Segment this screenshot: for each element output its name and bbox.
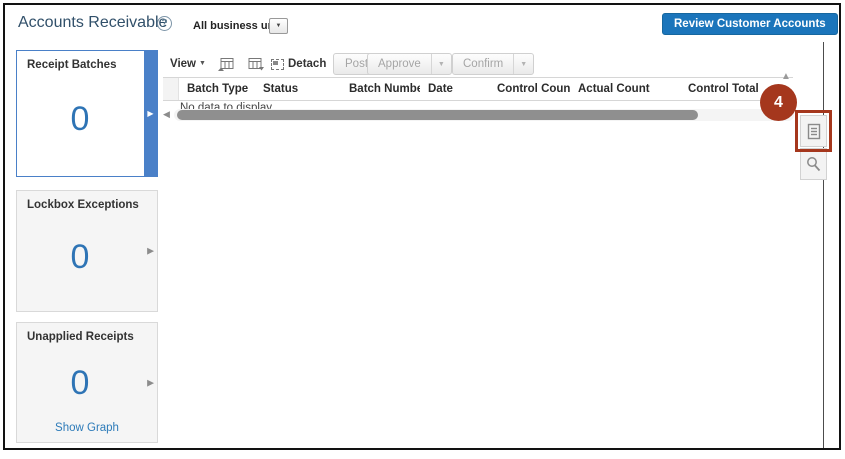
- column-header-control-count[interactable]: Control Count: [489, 78, 570, 100]
- detach-label: Detach: [288, 58, 326, 70]
- content-right-divider: [823, 42, 824, 448]
- infotile-count: 0: [17, 81, 143, 158]
- scroll-left-icon[interactable]: ◀: [163, 109, 170, 120]
- chevron-down-icon: ▼: [438, 61, 445, 68]
- infotile-title: Unapplied Receipts: [27, 331, 134, 343]
- chevron-down-icon: ▼: [520, 61, 527, 68]
- show-graph-link[interactable]: Show Graph: [17, 422, 157, 434]
- search-panel-tab[interactable]: [800, 148, 827, 180]
- export-to-excel-icon[interactable]: [217, 57, 235, 73]
- arrow-right-icon: ▶: [147, 377, 154, 388]
- infotile-lockbox-exceptions[interactable]: Lockbox Exceptions 0 ▶: [16, 190, 158, 312]
- column-header-batch-number[interactable]: Batch Number: [341, 78, 420, 100]
- page-title: Accounts Receivable: [18, 14, 167, 32]
- infotile-unapplied-receipts[interactable]: Unapplied Receipts 0 ▶ Show Graph: [16, 322, 158, 443]
- freeze-columns-icon[interactable]: [247, 57, 265, 73]
- confirm-dropdown-arrow[interactable]: ▼: [513, 54, 533, 74]
- column-header-date[interactable]: Date: [420, 78, 489, 100]
- table-header-row: Batch Type Status Batch Number Date Cont…: [163, 77, 793, 101]
- app-window: Accounts Receivable ? All business units…: [3, 3, 841, 450]
- infotile-title: Receipt Batches: [27, 59, 116, 71]
- infotile-title: Lockbox Exceptions: [27, 199, 139, 211]
- tasks-list-icon: [807, 123, 821, 140]
- column-header-actual-count[interactable]: Actual Count: [570, 78, 680, 100]
- search-icon: [805, 156, 822, 173]
- infotile-count: 0: [17, 353, 143, 414]
- horizontal-scrollbar-thumb[interactable]: [177, 110, 698, 120]
- view-menu-label: View: [170, 58, 196, 70]
- approve-split-button[interactable]: Approve ▼: [367, 53, 452, 75]
- detach-icon: [271, 59, 284, 70]
- help-icon[interactable]: ?: [157, 16, 172, 31]
- view-menu-button[interactable]: View▼: [170, 58, 206, 70]
- approve-dropdown-arrow[interactable]: ▼: [431, 54, 451, 74]
- chevron-down-icon: ▼: [276, 23, 282, 29]
- review-customer-accounts-button[interactable]: Review Customer Accounts: [662, 13, 838, 35]
- detach-button[interactable]: Detach: [271, 58, 326, 70]
- infotile-count: 0: [17, 221, 143, 293]
- column-header-status[interactable]: Status: [255, 78, 341, 100]
- annotation-step-badge: 4: [760, 84, 797, 121]
- arrow-right-icon: ▶: [147, 246, 154, 257]
- tasks-panel-tab[interactable]: [800, 115, 827, 147]
- chevron-down-icon: ▼: [199, 60, 206, 67]
- scroll-up-icon[interactable]: ▲: [781, 71, 791, 82]
- column-header-batch-type[interactable]: Batch Type: [179, 78, 255, 100]
- business-units-dropdown[interactable]: ▼: [269, 18, 288, 34]
- infotile-receipt-batches[interactable]: Receipt Batches 0 ▶: [16, 50, 158, 177]
- arrow-right-icon: ▶: [147, 109, 153, 118]
- approve-button[interactable]: Approve: [368, 54, 431, 74]
- selected-strip: ▶: [144, 51, 157, 176]
- confirm-button[interactable]: Confirm: [453, 54, 513, 74]
- row-header-column: [163, 78, 179, 100]
- confirm-split-button[interactable]: Confirm ▼: [452, 53, 534, 75]
